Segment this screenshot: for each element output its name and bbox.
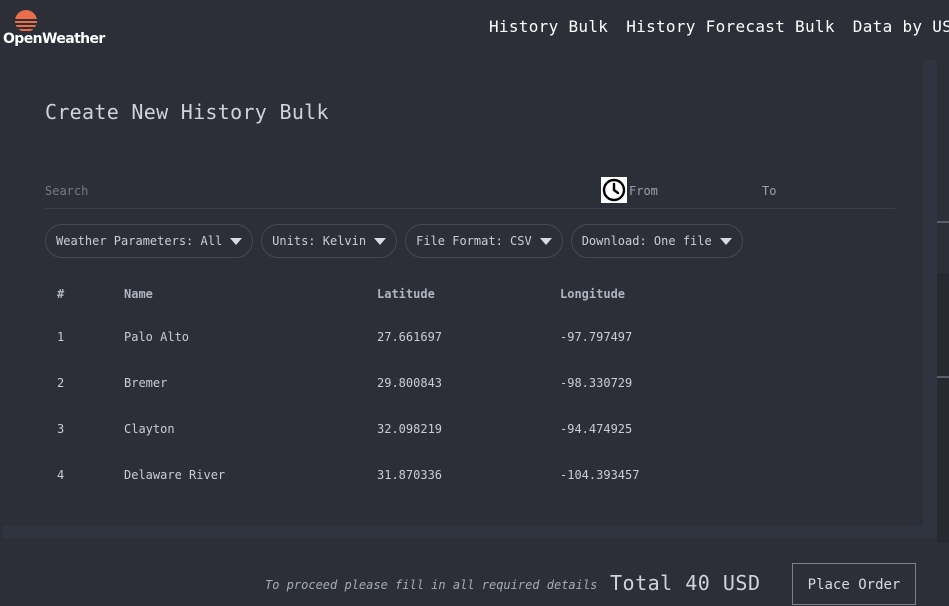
to-date-field[interactable] bbox=[762, 184, 882, 198]
main-nav: History Bulk History Forecast Bulk Data by… bbox=[489, 17, 949, 36]
locations-table: # Name Latitude Longitude 1 Palo Alto 27… bbox=[45, 274, 720, 498]
table-row[interactable]: 1 Palo Alto 27.661697 -97.797497 bbox=[45, 314, 720, 360]
location-name: Clayton bbox=[124, 422, 175, 436]
search-input[interactable] bbox=[45, 184, 585, 198]
table-row[interactable]: 4 Delaware River 31.870336 -104.393457 bbox=[45, 452, 720, 498]
page-title: Create New History Bulk bbox=[45, 100, 329, 124]
weather-parameters-label: Weather Parameters: All bbox=[56, 234, 223, 248]
column-header-name: Name bbox=[124, 287, 153, 301]
units-label: Units: Kelvin bbox=[272, 234, 367, 248]
caret-down-icon bbox=[539, 238, 552, 245]
divider bbox=[937, 221, 949, 223]
column-header-latitude: Latitude bbox=[377, 287, 435, 301]
caret-down-icon bbox=[374, 238, 387, 245]
divider bbox=[937, 376, 949, 378]
location-name: Bremer bbox=[124, 376, 168, 390]
place-order-button[interactable]: Place Order bbox=[792, 563, 916, 605]
longitude-value: -104.393457 bbox=[560, 468, 640, 482]
bulk-form-panel: Create New History Bulk Weather Paramete… bbox=[3, 60, 937, 538]
row-number: 1 bbox=[57, 330, 65, 344]
table-header-row: # Name Latitude Longitude bbox=[45, 274, 720, 314]
longitude-value: -98.330729 bbox=[560, 376, 633, 390]
units-dropdown[interactable]: Units: Kelvin bbox=[261, 224, 398, 258]
top-navigation-bar: OpenWeather History Bulk History Forecast… bbox=[0, 0, 949, 60]
download-dropdown[interactable]: Download: One file bbox=[570, 224, 743, 258]
file-format-dropdown[interactable]: File Format: CSV bbox=[405, 224, 563, 258]
location-name: Palo Alto bbox=[124, 330, 190, 344]
row-number: 2 bbox=[57, 376, 65, 390]
side-panel-scroll-area[interactable] bbox=[937, 273, 949, 543]
order-total: Total 40 USD bbox=[610, 571, 761, 595]
row-number: 4 bbox=[57, 468, 65, 482]
clock-icon[interactable] bbox=[601, 177, 627, 203]
download-label: Download: One file bbox=[581, 234, 712, 248]
logo-wordmark: OpenWeather bbox=[3, 31, 105, 47]
location-name: Delaware River bbox=[124, 468, 226, 482]
weather-parameters-dropdown[interactable]: Weather Parameters: All bbox=[45, 224, 254, 258]
search-row bbox=[45, 174, 895, 209]
bulk-form-card: Create New History Bulk Weather Paramete… bbox=[3, 60, 923, 526]
latitude-value: 32.098219 bbox=[377, 422, 443, 436]
longitude-value: -97.797497 bbox=[560, 330, 633, 344]
latitude-value: 27.661697 bbox=[377, 330, 443, 344]
nav-history-forecast-bulk[interactable]: History Forecast Bulk bbox=[626, 17, 835, 36]
nav-data-by-us[interactable]: Data by US bbox=[853, 17, 949, 36]
file-format-label: File Format: CSV bbox=[416, 234, 532, 248]
row-number: 3 bbox=[57, 422, 65, 436]
from-date-field[interactable] bbox=[629, 184, 749, 198]
openweather-logo[interactable]: OpenWeather bbox=[3, 7, 105, 47]
sun-logo-icon bbox=[12, 10, 40, 31]
order-footer: To proceed please fill in all required d… bbox=[0, 560, 949, 605]
side-panel-edge bbox=[937, 60, 949, 598]
latitude-value: 29.800843 bbox=[377, 376, 443, 390]
filter-bar: Weather Parameters: All Units: Kelvin File… bbox=[45, 224, 751, 258]
caret-down-icon bbox=[230, 238, 243, 245]
column-header-longitude: Longitude bbox=[560, 287, 626, 301]
latitude-value: 31.870336 bbox=[377, 468, 443, 482]
column-header-number: # bbox=[57, 287, 65, 301]
caret-down-icon bbox=[719, 238, 732, 245]
longitude-value: -94.474925 bbox=[560, 422, 633, 436]
table-row[interactable]: 2 Bremer 29.800843 -98.330729 bbox=[45, 360, 720, 406]
table-row[interactable]: 3 Clayton 32.098219 -94.474925 bbox=[45, 406, 720, 452]
required-details-note: To proceed please fill in all required d… bbox=[265, 578, 598, 592]
nav-history-bulk[interactable]: History Bulk bbox=[489, 17, 608, 36]
